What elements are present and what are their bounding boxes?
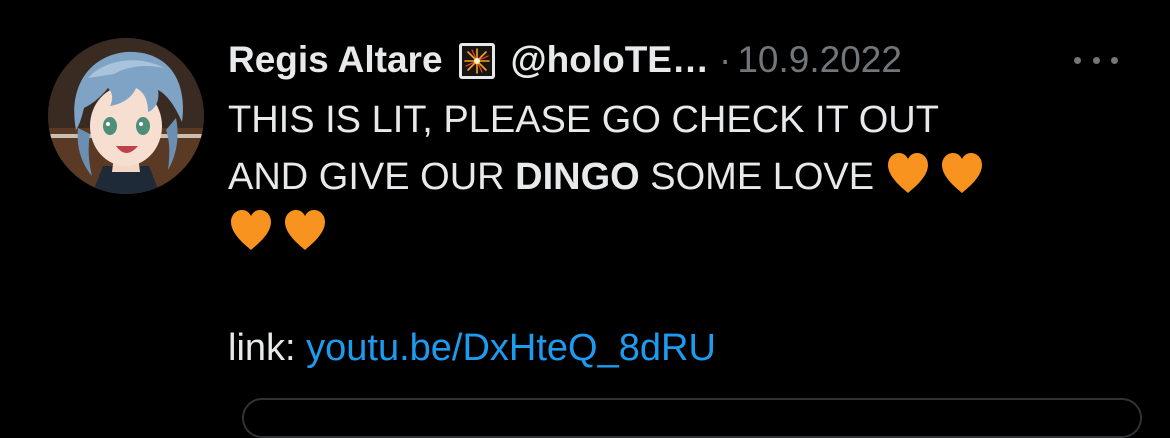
orange-heart-icon	[887, 153, 928, 193]
user-handle[interactable]: @holoTE…	[511, 36, 709, 84]
tweet-text: THIS IS LIT, PLEASE GO CHECK IT OUT AND …	[228, 92, 1108, 377]
text-segment: AND GIVE OUR	[228, 156, 516, 198]
tweet-header: Regis Altare @holoTE… · 10.9.2022	[228, 36, 902, 84]
tweet-text-line-2: AND GIVE OUR DINGO SOME LOVE	[228, 149, 1108, 206]
tweet-text-line-1: THIS IS LIT, PLEASE GO CHECK IT OUT	[228, 99, 939, 141]
youtube-link[interactable]: youtu.be/DxHteQ_8dRU	[306, 327, 716, 369]
tweet-text-link-line: link: youtu.be/DxHteQ_8dRU	[228, 320, 1108, 377]
avatar-image	[48, 38, 204, 194]
more-dot	[1111, 56, 1118, 64]
header-separator: ·	[719, 39, 732, 80]
link-preview-card[interactable]	[242, 398, 1142, 438]
orange-heart-icon	[941, 153, 982, 193]
tweet-text-line-3	[228, 206, 1108, 263]
link-label: link:	[228, 327, 307, 369]
tweet-date[interactable]: 10.9.2022	[737, 36, 902, 84]
orange-heart-icon	[285, 210, 325, 250]
display-name[interactable]: Regis Altare	[228, 36, 443, 84]
more-dot	[1074, 56, 1081, 64]
avatar[interactable]	[48, 38, 204, 194]
tweet[interactable]: Regis Altare @holoTE… · 10.9.2022 THIS I…	[0, 0, 1170, 438]
bold-text: DINGO	[515, 156, 640, 198]
fireworks-emoji-icon	[458, 43, 495, 79]
orange-heart-icon	[231, 210, 271, 250]
more-horizontal-icon[interactable]	[1074, 36, 1118, 84]
more-dot	[1092, 56, 1100, 64]
text-segment: SOME LOVE	[639, 156, 885, 198]
